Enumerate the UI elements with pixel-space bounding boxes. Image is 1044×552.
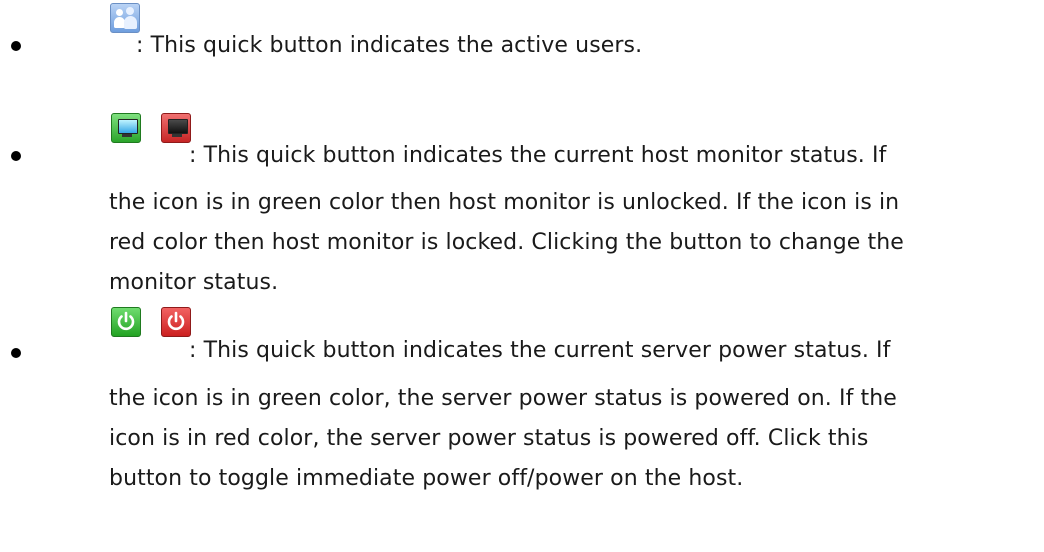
item-text-line: : This quick button indicates the active… bbox=[136, 33, 643, 58]
item-text-line: button to toggle immediate power off/pow… bbox=[109, 466, 744, 491]
item-text-line: monitor status. bbox=[109, 270, 279, 295]
bullet-dot bbox=[11, 348, 21, 358]
item-text-line: : This quick button indicates the curren… bbox=[189, 143, 887, 168]
power-off-icon[interactable] bbox=[161, 307, 191, 337]
bullet-dot bbox=[11, 151, 21, 161]
power-on-icon[interactable] bbox=[111, 307, 141, 337]
monitor-locked-icon[interactable] bbox=[161, 113, 191, 143]
item-text-line: : This quick button indicates the curren… bbox=[189, 338, 891, 363]
item-text-line: icon is in red color, the server power s… bbox=[109, 426, 869, 451]
users-icon[interactable] bbox=[110, 3, 140, 33]
item-text-line: red color then host monitor is locked. C… bbox=[109, 230, 904, 255]
monitor-unlocked-icon[interactable] bbox=[111, 113, 141, 143]
item-text-line: the icon is in green color, the server p… bbox=[109, 386, 897, 411]
bullet-dot bbox=[11, 41, 21, 51]
item-text-line: the icon is in green color then host mon… bbox=[109, 190, 900, 215]
